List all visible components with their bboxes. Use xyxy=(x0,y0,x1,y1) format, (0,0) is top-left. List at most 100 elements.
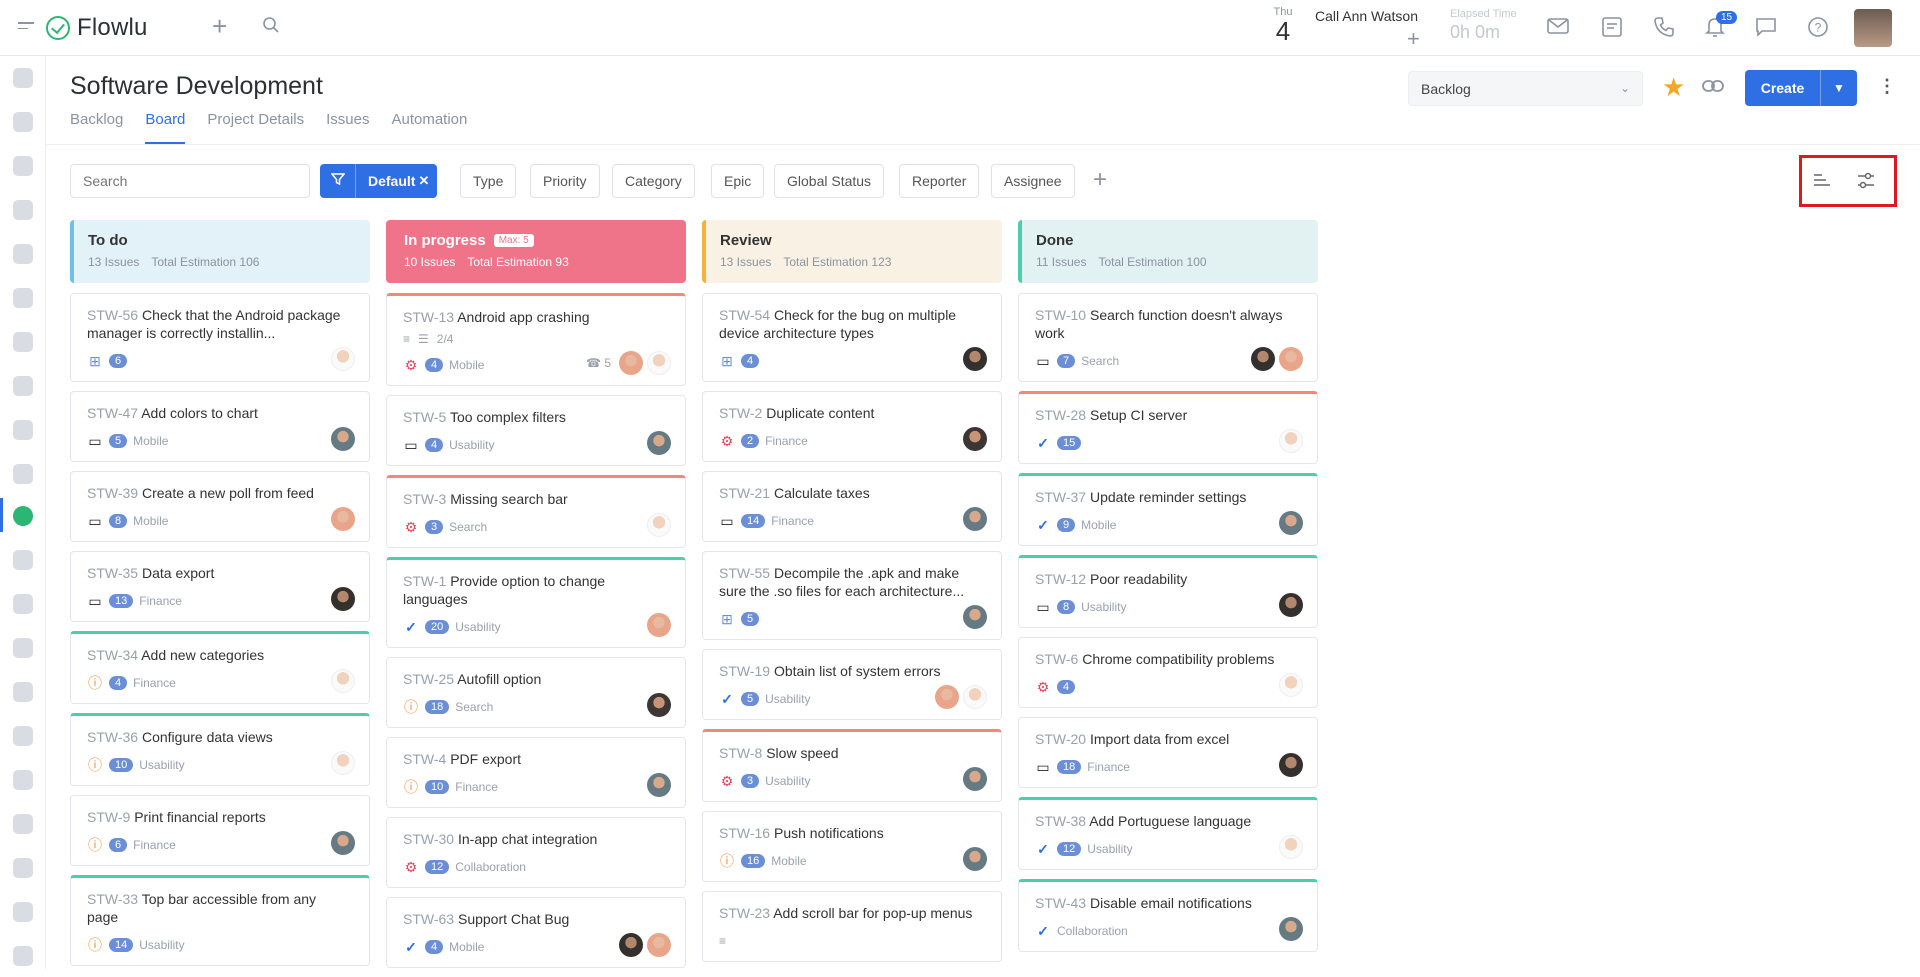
avatar[interactable] xyxy=(647,351,671,375)
issue-title[interactable]: STW-63 Support Chat Bug xyxy=(403,910,669,928)
issue-title[interactable]: STW-19 Obtain list of system errors xyxy=(719,662,985,680)
filter-assignee[interactable]: Assignee xyxy=(991,164,1075,198)
issue-card[interactable]: STW-34 Add new categories ⓘ 4 Finance xyxy=(70,631,370,704)
avatar[interactable] xyxy=(331,507,355,531)
sidebar-item-1[interactable] xyxy=(13,68,33,88)
sidebar-item-8[interactable] xyxy=(13,376,33,396)
issue-card[interactable]: STW-36 Configure data views ⓘ 10 Usability xyxy=(70,713,370,786)
issue-title[interactable]: STW-30 In-app chat integration xyxy=(403,830,669,848)
issue-title[interactable]: STW-5 Too complex filters xyxy=(403,408,669,426)
issue-card[interactable]: STW-5 Too complex filters ▭ 4 Usability xyxy=(386,395,686,466)
issue-card[interactable]: STW-35 Data export ▭ 13 Finance xyxy=(70,551,370,622)
filter-reporter[interactable]: Reporter xyxy=(899,164,980,198)
mail-icon[interactable] xyxy=(1547,17,1569,39)
user-avatar[interactable] xyxy=(1854,9,1892,47)
sidebar-item-2[interactable] xyxy=(13,112,33,132)
add-event-icon[interactable]: + xyxy=(1407,26,1420,52)
avatar[interactable] xyxy=(619,933,643,957)
sidebar-item-12[interactable] xyxy=(13,550,33,570)
avatar[interactable] xyxy=(1279,593,1303,617)
plus-icon[interactable]: + xyxy=(212,13,227,39)
calendar-date[interactable]: Thu 4 xyxy=(1270,6,1296,44)
issue-card[interactable]: STW-54 Check for the bug on multiple dev… xyxy=(702,293,1002,382)
avatar[interactable] xyxy=(963,347,987,371)
issue-card[interactable]: STW-37 Update reminder settings ✓ 9 Mobile xyxy=(1018,473,1318,546)
avatar[interactable] xyxy=(647,613,671,637)
issue-card[interactable]: STW-19 Obtain list of system errors ✓ 5 Usa… xyxy=(702,649,1002,720)
issue-title[interactable]: STW-12 Poor readability xyxy=(1035,570,1301,588)
link-icon[interactable] xyxy=(1702,76,1724,99)
issue-title[interactable]: STW-4 PDF export xyxy=(403,750,669,768)
more-options-icon[interactable]: ⋮ xyxy=(1878,76,1896,97)
avatar[interactable] xyxy=(647,693,671,717)
sidebar-item-21[interactable] xyxy=(13,946,33,966)
filter-global-status[interactable]: Global Status xyxy=(774,164,885,198)
issue-title[interactable]: STW-47 Add colors to chart xyxy=(87,404,353,422)
issue-title[interactable]: STW-37 Update reminder settings xyxy=(1035,488,1301,506)
issue-title[interactable]: STW-10 Search function doesn't always wo… xyxy=(1035,306,1301,342)
issue-card[interactable]: STW-55 Decompile the .apk and make sure … xyxy=(702,551,1002,640)
tab-automation[interactable]: Automation xyxy=(391,111,467,144)
sidebar-item-9[interactable] xyxy=(13,420,33,440)
issue-card[interactable]: STW-56 Check that the Android package ma… xyxy=(70,293,370,382)
sidebar-item-13[interactable] xyxy=(13,594,33,614)
issue-card[interactable]: STW-13 Android app crashing ≡ ☰ 2/4 ⚙ 4 Mobile… xyxy=(386,293,686,386)
issue-title[interactable]: STW-39 Create a new poll from feed xyxy=(87,484,353,502)
avatar[interactable] xyxy=(647,431,671,455)
search-input[interactable] xyxy=(70,164,310,198)
issue-title[interactable]: STW-13 Android app crashing xyxy=(403,308,669,326)
sidebar-item-18[interactable] xyxy=(13,814,33,834)
issue-card[interactable]: STW-38 Add Portuguese language ✓ 12 Usabili… xyxy=(1018,797,1318,870)
avatar[interactable] xyxy=(331,669,355,693)
avatar[interactable] xyxy=(1279,347,1303,371)
sidebar-item-20[interactable] xyxy=(13,902,33,922)
sidebar-item-15[interactable] xyxy=(13,682,33,702)
tab-backlog[interactable]: Backlog xyxy=(70,111,123,144)
avatar[interactable] xyxy=(1279,429,1303,453)
issue-card[interactable]: STW-3 Missing search bar ⚙ 3 Search xyxy=(386,475,686,548)
issue-title[interactable]: STW-34 Add new categories xyxy=(87,646,353,664)
close-icon[interactable]: ✕ xyxy=(419,173,430,189)
avatar[interactable] xyxy=(647,933,671,957)
sidebar-item-5[interactable] xyxy=(13,244,33,264)
sidebar-item-4[interactable] xyxy=(13,200,33,220)
avatar[interactable] xyxy=(1279,753,1303,777)
avatar[interactable] xyxy=(963,605,987,629)
avatar[interactable] xyxy=(331,427,355,451)
settings-sliders-icon[interactable] xyxy=(1856,171,1876,196)
issue-card[interactable]: STW-1 Provide option to change languages… xyxy=(386,557,686,648)
help-icon[interactable]: ? xyxy=(1807,16,1829,42)
add-filter-icon[interactable]: + xyxy=(1093,166,1107,194)
sidebar-item-6[interactable] xyxy=(13,288,33,308)
issue-title[interactable]: STW-8 Slow speed xyxy=(719,744,985,762)
filter-priority[interactable]: Priority xyxy=(530,164,600,198)
issue-card[interactable]: STW-21 Calculate taxes ▭ 14 Finance xyxy=(702,471,1002,542)
filter-type[interactable]: Type xyxy=(460,164,517,198)
issue-title[interactable]: STW-9 Print financial reports xyxy=(87,808,353,826)
issue-card[interactable]: STW-28 Setup CI server ✓ 15 xyxy=(1018,391,1318,464)
phone-icon[interactable] xyxy=(1653,16,1675,42)
issue-card[interactable]: STW-9 Print financial reports ⓘ 6 Finance xyxy=(70,795,370,866)
search-icon[interactable] xyxy=(262,16,280,38)
issue-title[interactable]: STW-28 Setup CI server xyxy=(1035,406,1301,424)
avatar[interactable] xyxy=(647,513,671,537)
create-button-label[interactable]: Create xyxy=(1745,70,1821,106)
issue-title[interactable]: STW-23 Add scroll bar for pop-up menus xyxy=(719,904,985,922)
sidebar-item-16[interactable] xyxy=(13,726,33,746)
sidebar-item-19[interactable] xyxy=(13,858,33,878)
issue-card[interactable]: STW-63 Support Chat Bug ✓ 4 Mobile xyxy=(386,897,686,968)
issue-title[interactable]: STW-1 Provide option to change languages xyxy=(403,572,669,608)
issue-card[interactable]: STW-10 Search function doesn't always wo… xyxy=(1018,293,1318,382)
filter-epic[interactable]: Epic xyxy=(711,164,765,198)
sidebar-item-10[interactable] xyxy=(13,464,33,484)
sidebar-item-14[interactable] xyxy=(13,638,33,658)
avatar[interactable] xyxy=(1279,835,1303,859)
issue-card[interactable]: STW-6 Chrome compatibility problems ⚙ 4 xyxy=(1018,637,1318,708)
issue-title[interactable]: STW-56 Check that the Android package ma… xyxy=(87,306,353,342)
tab-board[interactable]: Board xyxy=(145,111,186,144)
avatar[interactable] xyxy=(619,351,643,375)
issue-title[interactable]: STW-6 Chrome compatibility problems xyxy=(1035,650,1301,668)
issue-card[interactable]: STW-30 In-app chat integration ⚙ 12 Collabo… xyxy=(386,817,686,888)
notes-icon[interactable] xyxy=(1601,16,1623,42)
issue-card[interactable]: STW-8 Slow speed ⚙ 3 Usability xyxy=(702,729,1002,802)
